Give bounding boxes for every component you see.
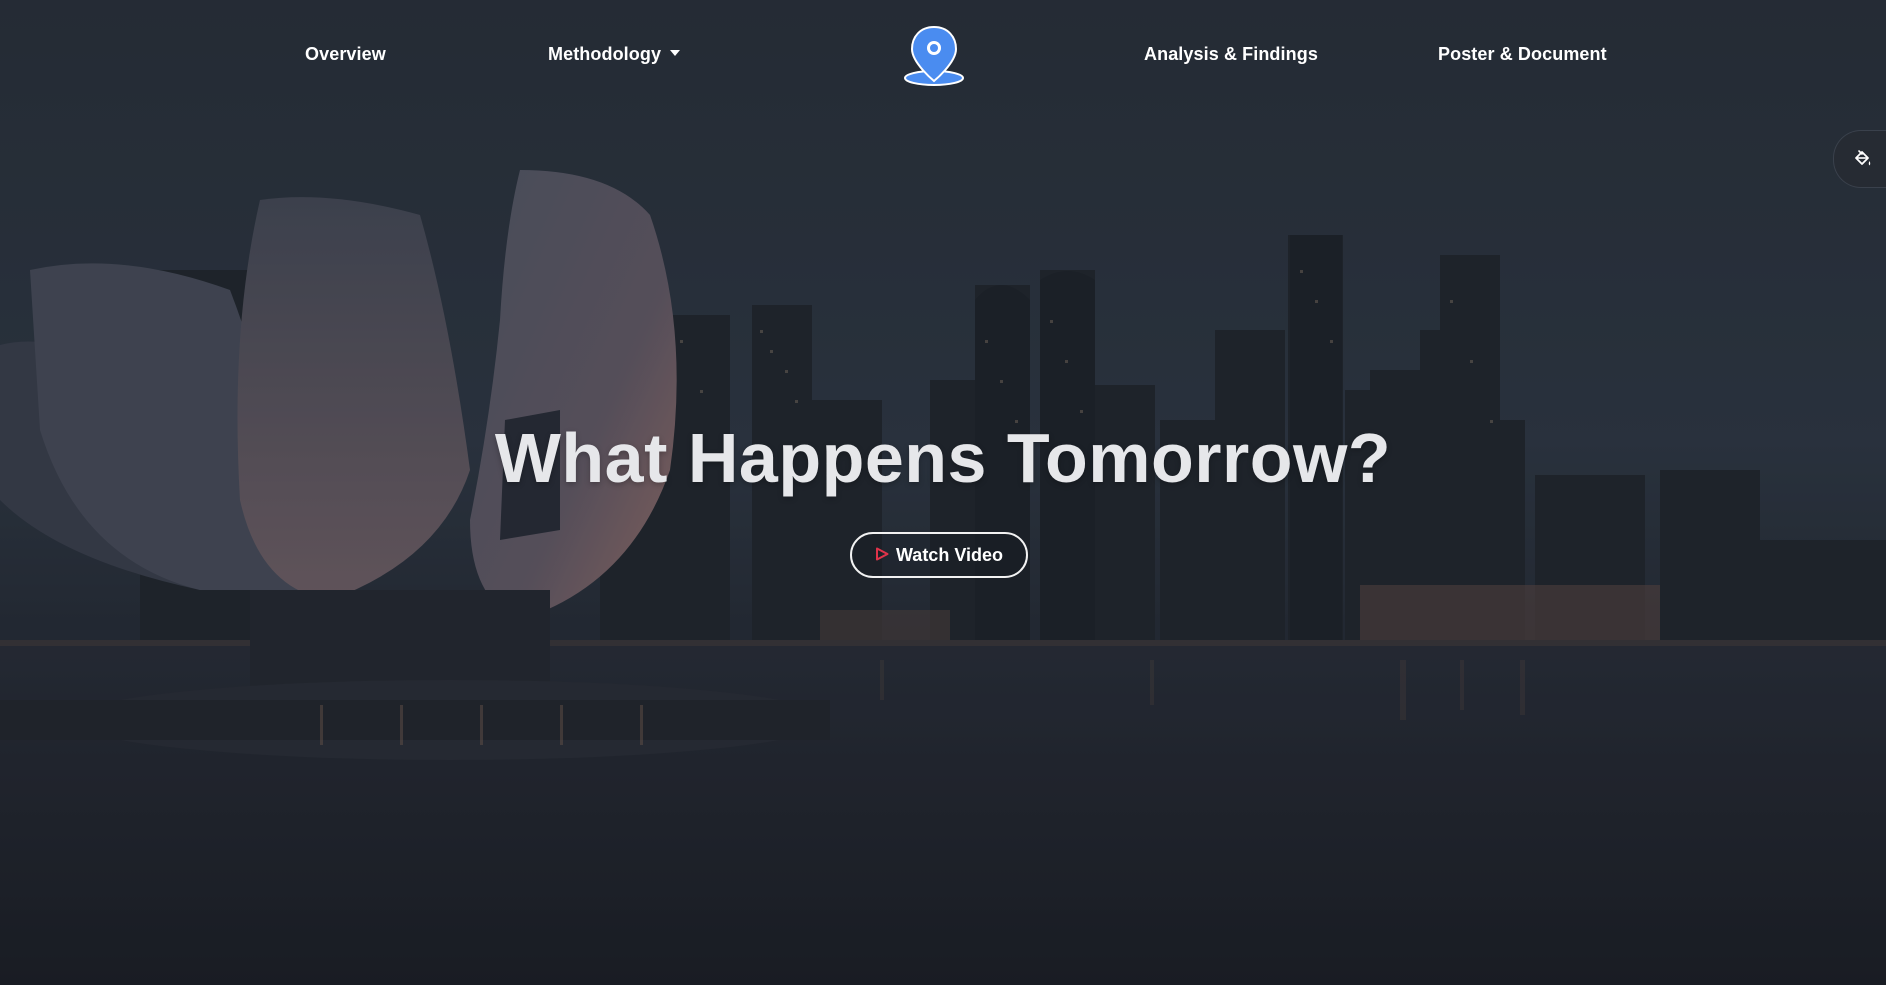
nav-analysis-findings-link[interactable]: Analysis & Findings (1144, 44, 1318, 65)
nav-poster-document-link[interactable]: Poster & Document (1438, 44, 1607, 65)
hero-headline: What Happens Tomorrow? (494, 419, 1392, 497)
nav-methodology-label: Methodology (548, 44, 662, 64)
caret-down-icon (670, 50, 681, 57)
watch-video-button[interactable]: Watch Video (850, 532, 1028, 578)
map-pin-icon[interactable] (902, 25, 966, 89)
nav-methodology-dropdown[interactable]: Methodology (548, 44, 681, 65)
theme-switcher-tab[interactable] (1833, 130, 1886, 188)
paint-bucket-icon (1855, 150, 1871, 166)
play-icon (875, 545, 889, 566)
hero-section: Overview Methodology Analysis & Findings… (0, 0, 1886, 985)
top-navigation: Overview Methodology Analysis & Findings… (0, 0, 1886, 112)
watch-video-label: Watch Video (895, 544, 1003, 565)
nav-overview-link[interactable]: Overview (305, 44, 386, 65)
